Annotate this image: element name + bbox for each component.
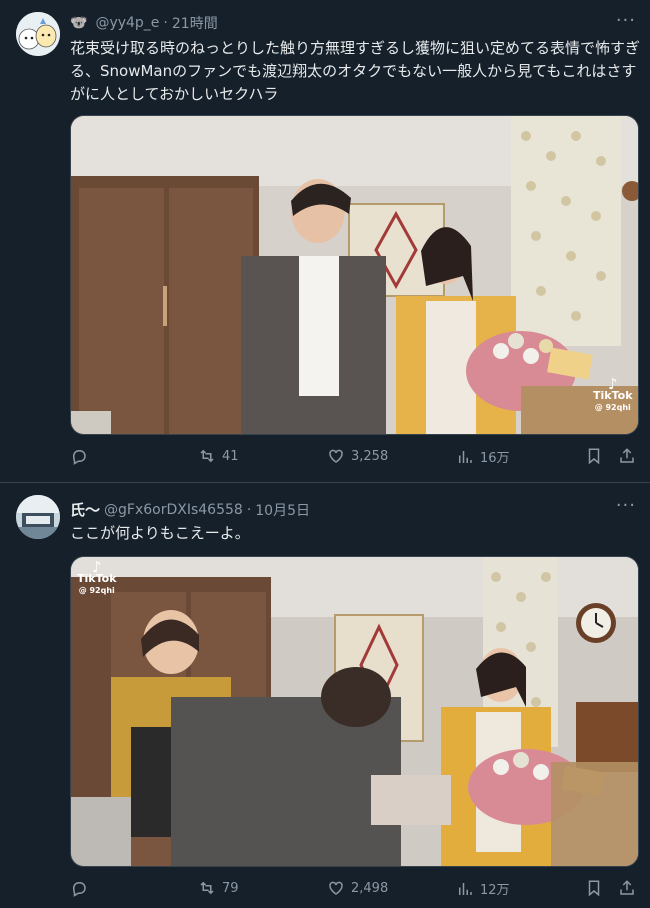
bookmark-button[interactable]	[585, 879, 603, 897]
share-button[interactable]	[618, 447, 636, 465]
tweet-text: ここが何よりもこえーよ。	[70, 524, 250, 542]
views-button[interactable]: 12万	[456, 879, 510, 898]
share-button[interactable]	[618, 879, 636, 897]
retweet-icon	[200, 881, 214, 895]
tweet-header: 氏〜 @gFx6orDXIs46558 · 10月5日	[70, 499, 310, 520]
handle[interactable]: @yy4p_e	[95, 15, 159, 31]
like-count: 2,498	[351, 880, 389, 896]
watermark-user: @ 92qhi	[78, 586, 115, 595]
tweet-2[interactable]: 氏〜 @gFx6orDXIs46558 · 10月5日 ··· ここが何よりもこ…	[0, 483, 650, 908]
share-icon	[620, 448, 634, 463]
reply-icon	[72, 450, 86, 465]
retweet-button[interactable]: 79	[198, 879, 239, 897]
views-icon	[459, 882, 472, 895]
retweet-button[interactable]: 41	[198, 447, 239, 465]
action-bar: 79 2,498 12万	[70, 879, 637, 903]
retweet-icon	[200, 449, 214, 463]
heart-icon	[329, 449, 343, 463]
reply-button[interactable]	[70, 447, 94, 465]
separator: ·	[246, 501, 252, 518]
watermark-brand: TikTok	[77, 572, 117, 585]
like-button[interactable]: 2,498	[327, 879, 388, 897]
tweet-video[interactable]: ♪ TikTok @ 92qhi	[70, 556, 639, 867]
video-frame	[71, 116, 638, 434]
action-bar: 41 3,258 16万	[70, 447, 637, 471]
like-button[interactable]: 3,258	[327, 447, 388, 465]
reply-icon	[72, 882, 86, 897]
views-button[interactable]: 16万	[456, 447, 510, 466]
video-frame	[71, 557, 638, 866]
heart-icon	[329, 881, 343, 895]
views-count: 16万	[480, 451, 510, 466]
share-icon	[620, 880, 634, 895]
separator: ·	[163, 15, 168, 31]
avatar[interactable]	[16, 495, 60, 539]
handle[interactable]: @gFx6orDXIs46558	[104, 502, 243, 518]
views-count: 12万	[480, 883, 510, 898]
tweet-text: 花束受け取る時のねっとりした触り方無理すぎるし獲物に狙い定めてる表情で怖すぎる、…	[70, 39, 641, 103]
koala-emoji-icon: 🐨	[70, 15, 88, 31]
reply-button[interactable]	[70, 879, 94, 897]
tweet-video[interactable]: ♪ TikTok @ 92qhi	[70, 115, 639, 435]
bookmark-button[interactable]	[585, 447, 603, 465]
avatar[interactable]	[16, 12, 60, 56]
more-icon[interactable]: ···	[616, 495, 636, 516]
watermark-brand: TikTok	[593, 389, 633, 402]
tweet-header: 🐨 @yy4p_e · 21時間	[70, 13, 218, 33]
views-icon	[459, 450, 472, 463]
timestamp[interactable]: 10月5日	[255, 500, 310, 520]
display-name[interactable]: 氏〜	[70, 499, 100, 520]
bookmark-icon	[588, 880, 600, 897]
more-icon[interactable]: ···	[616, 10, 636, 31]
like-count: 3,258	[351, 448, 389, 464]
bookmark-icon	[588, 448, 600, 465]
tiktok-watermark: ♪ TikTok @ 92qhi	[593, 377, 633, 414]
timestamp[interactable]: 21時間	[172, 13, 218, 33]
tweet-1[interactable]: 🐨 @yy4p_e · 21時間 ··· 花束受け取る時のねっとりした触り方無理…	[0, 0, 650, 482]
watermark-user: @ 92qhi	[594, 403, 631, 412]
tiktok-watermark: ♪ TikTok @ 92qhi	[77, 560, 117, 597]
retweet-count: 79	[222, 880, 239, 896]
retweet-count: 41	[222, 448, 239, 464]
